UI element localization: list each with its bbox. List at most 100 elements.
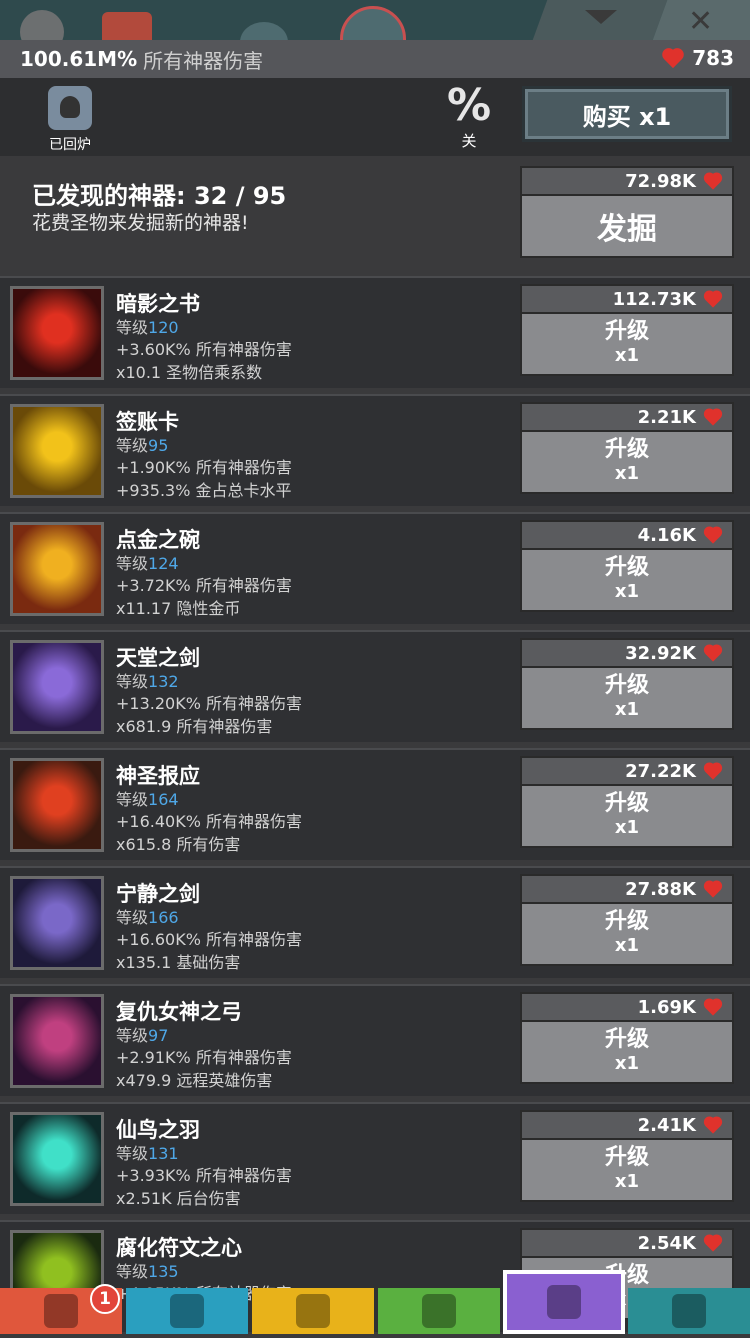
level-label: 等级 (116, 672, 149, 691)
level-label: 等级 (116, 1144, 149, 1163)
upgrade-control: 2.41K 升级 x1 (520, 1110, 734, 1204)
artifact-effect-secondary: +935.3% 金占总卡水平 (116, 481, 292, 500)
tranquil-sword-icon[interactable] (10, 876, 104, 970)
upgrade-cost-value: 112.73K (612, 288, 696, 310)
upgrade-multiplier: x1 (614, 1053, 640, 1074)
upgrade-button[interactable]: 升级 x1 (520, 1140, 734, 1202)
tab-armor[interactable] (252, 1288, 374, 1334)
upgrade-label: 升级 (604, 1027, 649, 1052)
upgrade-button[interactable]: 升级 x1 (520, 550, 734, 612)
artifact-effect-secondary: x2.51K 后台伤害 (116, 1189, 241, 1208)
artifact-list: 暗影之书 等级120 +3.60K% 所有神器伤害 x10.1 圣物倍乘系数 1… (0, 276, 750, 1338)
artifact-effect-secondary: x10.1 圣物倍乘系数 (116, 363, 263, 382)
artifact-heart-icon (547, 1285, 581, 1319)
upgrade-cost: 2.41K (520, 1110, 734, 1140)
upgrade-multiplier: x1 (614, 581, 640, 602)
buy-multiplier-button[interactable]: 购买 x1 (522, 86, 732, 142)
control-row: 已回炉 % 关 购买 x1 (0, 78, 750, 156)
knight-helmet-icon (170, 1294, 204, 1328)
tab-artifact-heart[interactable] (503, 1270, 625, 1334)
heart-relic-icon (702, 762, 724, 781)
artifact-level: 等级132 (116, 668, 179, 692)
notification-badge: 1 (90, 1284, 120, 1314)
furnace-icon (48, 86, 92, 130)
upgrade-cost-value: 4.16K (637, 524, 696, 546)
upgrade-control: 2.21K 升级 x1 (520, 402, 734, 496)
percent-toggle-label: 关 (461, 132, 477, 150)
level-label: 等级 (116, 554, 149, 573)
upgrade-button[interactable]: 升级 x1 (520, 432, 734, 494)
upgrade-multiplier: x1 (614, 817, 640, 838)
percent-icon: % (446, 80, 492, 131)
tab-sword[interactable]: 1 (0, 1284, 122, 1334)
level-number: 166 (148, 908, 179, 927)
chevron-down-icon[interactable] (585, 10, 617, 24)
artifact-row: 宁静之剑 等级166 +16.60K% 所有神器伤害 x135.1 基础伤害 2… (0, 866, 750, 978)
upgrade-cost: 2.54K (520, 1228, 734, 1258)
level-label: 等级 (116, 436, 149, 455)
upgrade-multiplier: x1 (614, 935, 640, 956)
relic-count: 783 (692, 46, 734, 70)
artifact-image (13, 525, 101, 613)
heart-relic-icon (660, 47, 686, 69)
artifact-level: 等级95 (116, 432, 168, 456)
upgrade-button[interactable]: 升级 x1 (520, 668, 734, 730)
tab-chest[interactable] (628, 1288, 750, 1334)
upgrade-label: 升级 (604, 319, 649, 344)
level-number: 131 (148, 1144, 179, 1163)
level-number: 132 (148, 672, 179, 691)
upgrade-cost: 27.22K (520, 756, 734, 786)
discover-button[interactable]: 发掘 (520, 196, 734, 258)
level-label: 等级 (116, 908, 149, 927)
nemesis-bow-icon[interactable] (10, 994, 104, 1088)
artifact-image (13, 289, 101, 377)
artifact-effect-primary: +16.60K% 所有神器伤害 (116, 930, 302, 949)
level-label: 等级 (116, 1262, 149, 1281)
close-icon[interactable]: ✕ (688, 4, 713, 39)
artifact-image (13, 1115, 101, 1203)
upgrade-button[interactable]: 升级 x1 (520, 314, 734, 376)
heart-relic-icon (702, 880, 724, 899)
furnace-button[interactable]: 已回炉 (44, 86, 96, 154)
artifact-row: 点金之碗 等级124 +3.72K% 所有神器伤害 x11.17 隐性金币 4.… (0, 512, 750, 624)
heaven-sword-icon[interactable] (10, 640, 104, 734)
discover-hint: 花费圣物来发掘新的神器! (32, 212, 249, 234)
percent-toggle[interactable]: % 关 (446, 84, 492, 151)
tab-goblin[interactable] (378, 1288, 500, 1334)
heart-relic-icon (702, 644, 724, 663)
artifact-row: 天堂之剑 等级132 +13.20K% 所有神器伤害 x681.9 所有神器伤害… (0, 630, 750, 742)
discover-panel: 已发现的神器: 32 / 95 花费圣物来发掘新的神器! 72.98K 发掘 (0, 158, 750, 270)
heart-relic-icon (702, 1116, 724, 1135)
level-label: 等级 (116, 1026, 149, 1045)
crossed-swords-icon[interactable] (102, 12, 152, 40)
artifact-effect-primary: +1.90K% 所有神器伤害 (116, 458, 292, 477)
level-label: 等级 (116, 318, 149, 337)
artifact-effect-primary: +3.72K% 所有神器伤害 (116, 576, 292, 595)
divine-retribution-icon[interactable] (10, 758, 104, 852)
upgrade-button[interactable]: 升级 x1 (520, 904, 734, 966)
top-deco-icon (340, 6, 406, 40)
gold-bowl-icon[interactable] (10, 522, 104, 616)
upgrade-cost-value: 1.69K (637, 996, 696, 1018)
upgrade-label: 升级 (604, 673, 649, 698)
charge-card-icon[interactable] (10, 404, 104, 498)
damage-label: 所有神器伤害 (143, 48, 264, 73)
phoenix-feather-icon[interactable] (10, 1112, 104, 1206)
total-damage-bar: 100.61M% 所有神器伤害 783 (0, 40, 750, 78)
upgrade-button[interactable]: 升级 x1 (520, 786, 734, 848)
upgrade-control: 112.73K 升级 x1 (520, 284, 734, 378)
gear-icon[interactable] (20, 10, 64, 40)
level-number: 164 (148, 790, 179, 809)
artifact-effect-primary: +3.93K% 所有神器伤害 (116, 1166, 292, 1185)
upgrade-label: 升级 (604, 791, 649, 816)
shadow-book-icon[interactable] (10, 286, 104, 380)
artifact-row: 仙鸟之羽 等级131 +3.93K% 所有神器伤害 x2.51K 后台伤害 2.… (0, 1102, 750, 1214)
heart-relic-icon (702, 998, 724, 1017)
upgrade-cost: 1.69K (520, 992, 734, 1022)
upgrade-cost: 27.88K (520, 874, 734, 904)
heart-relic-icon (702, 290, 724, 309)
upgrade-button[interactable]: 升级 x1 (520, 1022, 734, 1084)
artifact-effect-primary: +13.20K% 所有神器伤害 (116, 694, 302, 713)
tab-knight-helmet[interactable] (126, 1288, 248, 1334)
artifact-image (13, 997, 101, 1085)
